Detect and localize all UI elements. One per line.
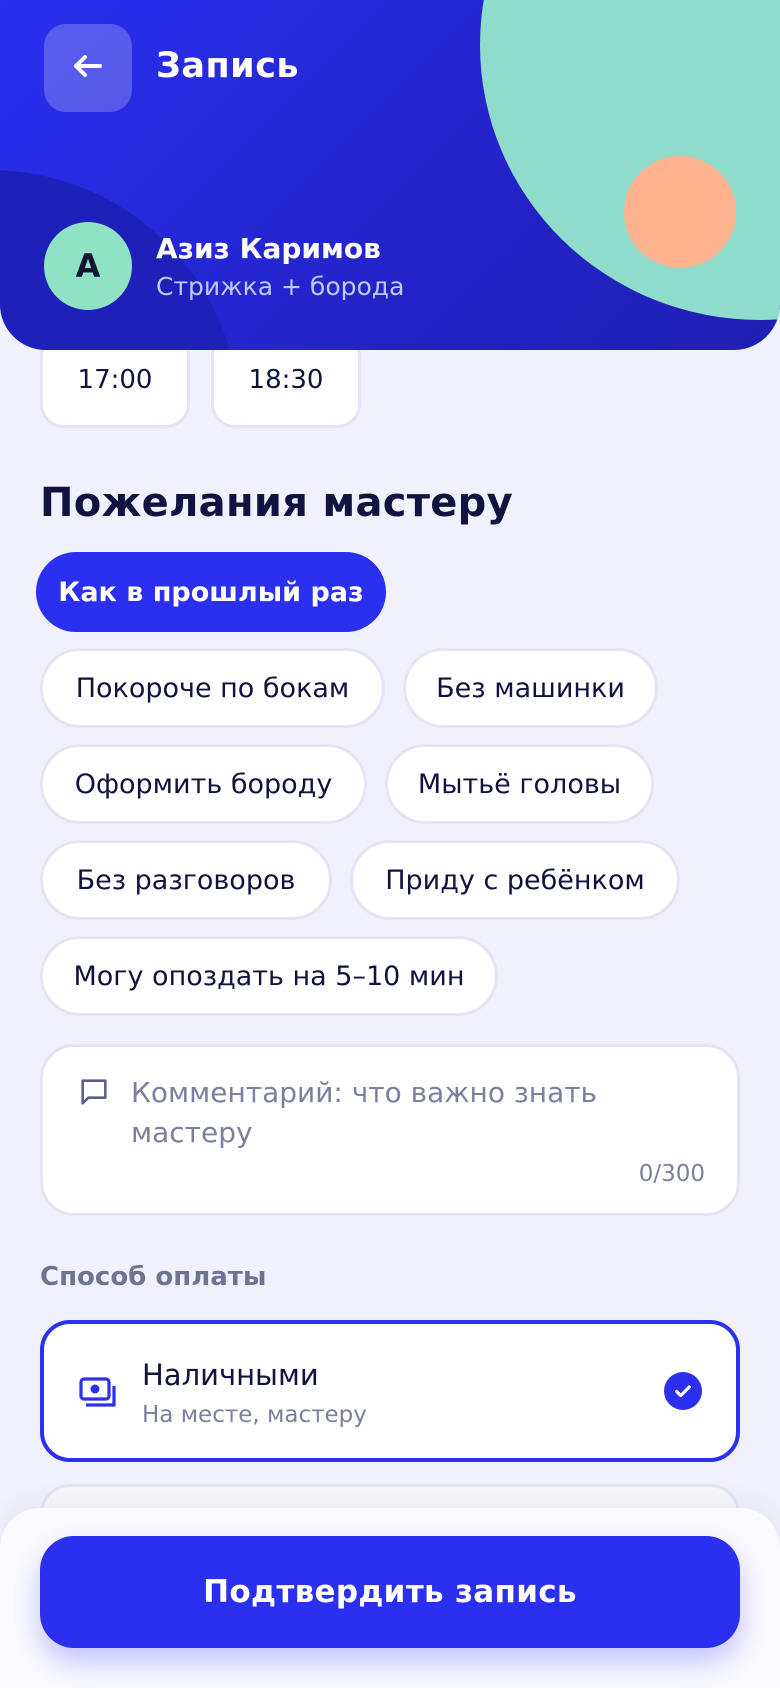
comment-field[interactable]: Комментарий: что важно знать мастеру 0/3… — [40, 1044, 740, 1216]
message-square-icon — [77, 1075, 111, 1113]
page-title: Запись — [156, 46, 300, 86]
wish-chip-like-last-time[interactable]: Как в прошлый раз — [36, 552, 386, 632]
wish-chip-may-be-late[interactable]: Могу опоздать на 5–10 мин — [40, 936, 498, 1016]
master-name: Азиз Каримов — [156, 232, 381, 265]
comment-placeholder: Комментарий: что важно знать мастеру — [131, 1076, 598, 1149]
back-button[interactable] — [44, 24, 132, 112]
wish-chip-no-clipper[interactable]: Без машинки — [403, 648, 658, 728]
avatar: А — [44, 222, 132, 310]
payment-option-cash[interactable]: Наличными На месте, мастеру — [40, 1320, 740, 1462]
payment-method-label: Способ оплаты — [40, 1262, 267, 1292]
wish-chip-hair-wash[interactable]: Мытьё головы — [385, 744, 654, 824]
wish-chip-shorter-sides[interactable]: Покороче по бокам — [40, 648, 385, 728]
decor-shape — [624, 156, 736, 268]
comment-char-counter: 0/300 — [638, 1161, 705, 1187]
arrow-left-icon — [70, 48, 106, 88]
decor-shape — [480, 0, 780, 320]
confirm-booking-button[interactable]: Подтвердить запись — [40, 1536, 740, 1648]
wish-chip-beard-styling[interactable]: Оформить бороду — [40, 744, 367, 824]
cash-icon — [78, 1374, 118, 1414]
wish-chip-no-talking[interactable]: Без разговоров — [40, 840, 332, 920]
header: Запись А Азиз Каримов Стрижка + борода — [0, 0, 780, 350]
wish-chip-with-child[interactable]: Приду с ребёнком — [350, 840, 680, 920]
master-service: Стрижка + борода — [156, 272, 405, 301]
payment-option-title: Наличными — [142, 1358, 319, 1392]
wishes-title: Пожелания мастеру — [40, 480, 513, 526]
payment-option-subtitle: На месте, мастеру — [142, 1402, 367, 1428]
check-icon — [664, 1372, 702, 1410]
